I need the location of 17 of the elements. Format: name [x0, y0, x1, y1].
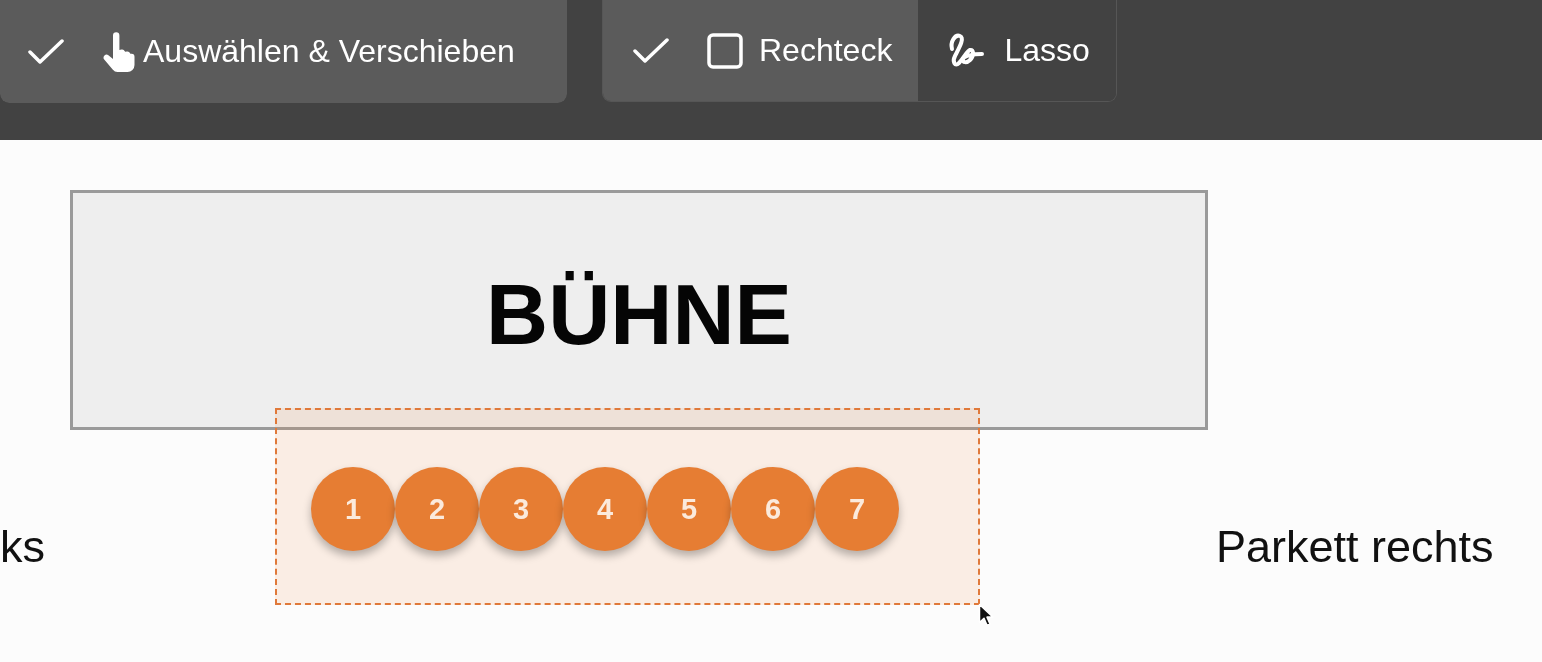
seat-marker[interactable]: 7 [815, 467, 899, 551]
seat-marker[interactable]: 6 [731, 467, 815, 551]
square-icon [707, 32, 743, 69]
seat-marker[interactable]: 1 [311, 467, 395, 551]
check-icon [633, 37, 669, 64]
check-icon [28, 38, 64, 65]
section-label: ks [0, 522, 45, 572]
seat-marker[interactable]: 2 [395, 467, 479, 551]
tool-button[interactable]: Rechteck [603, 0, 919, 101]
section-label: Parkett rechts [1216, 522, 1494, 572]
tool-button[interactable]: Auswählen & Verschieben [0, 0, 567, 103]
mouse-pointer-icon [978, 603, 994, 627]
seat-marker[interactable]: 4 [563, 467, 647, 551]
pointing-hand-icon [103, 31, 135, 72]
seat-marker[interactable]: 5 [647, 467, 731, 551]
stage-label: BÜHNE [486, 265, 792, 357]
seat-marker[interactable]: 3 [479, 467, 563, 551]
